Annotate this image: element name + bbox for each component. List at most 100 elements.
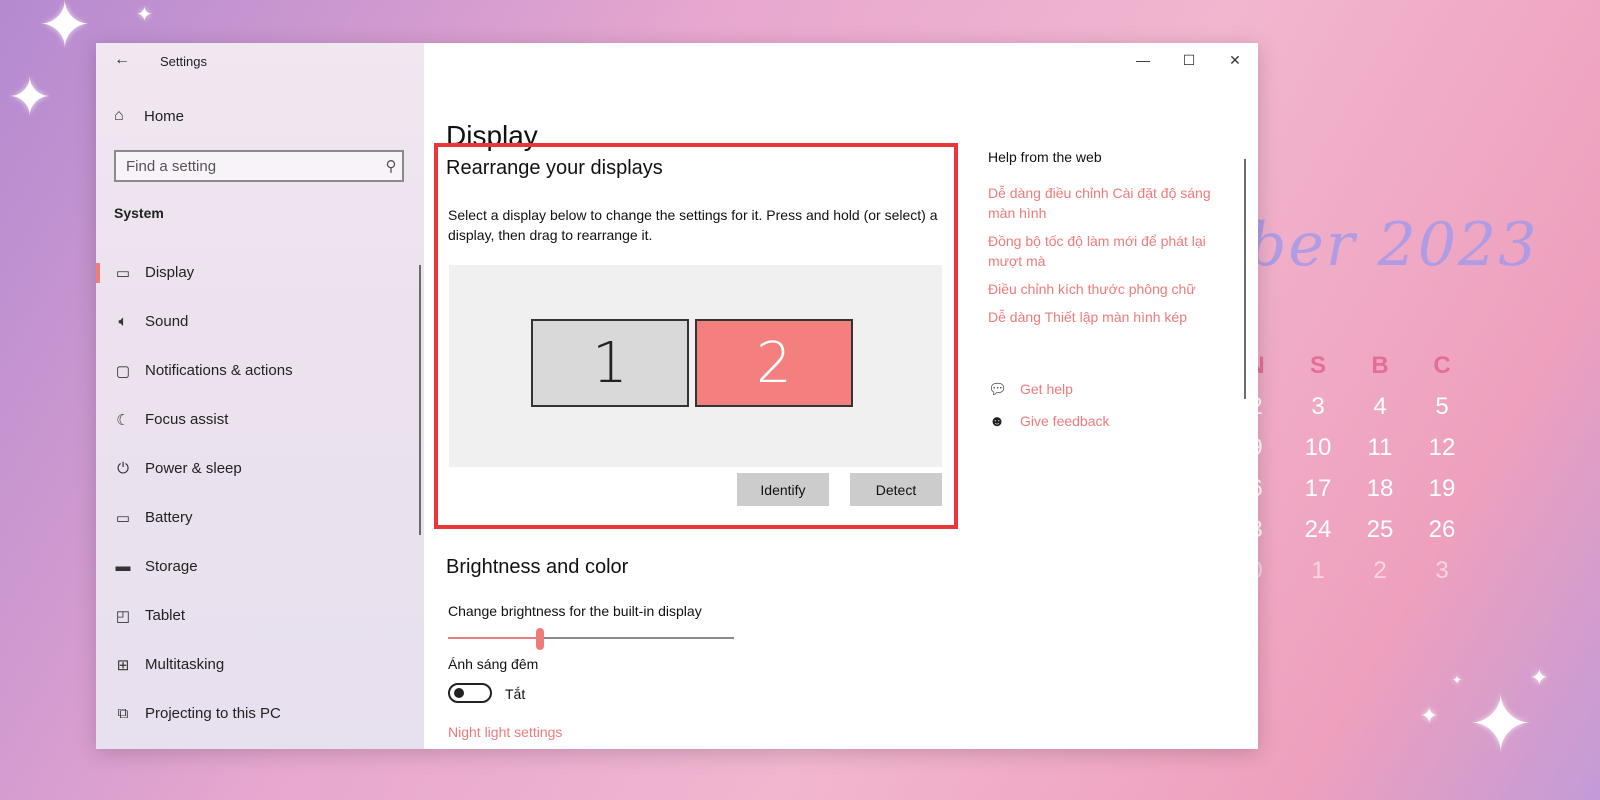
sidebar-item-power-sleep[interactable]: ⏻ Power & sleep xyxy=(96,444,424,493)
brightness-heading: Brightness and color xyxy=(446,556,629,578)
rearrange-displays-section: Rearrange your displays Select a display… xyxy=(434,143,958,529)
title-bar: ← Settings xyxy=(96,43,424,77)
close-icon: ✕ xyxy=(1229,51,1241,68)
help-link[interactable]: Đồng bộ tốc độ làm mới để phát lại mượt … xyxy=(988,231,1223,271)
maximize-button[interactable]: ☐ xyxy=(1166,43,1212,77)
sidebar-item-battery[interactable]: ▭ Battery xyxy=(96,493,424,542)
search-icon[interactable]: ⚲ xyxy=(380,157,402,175)
sidebar-item-notifications[interactable]: ▢ Notifications & actions xyxy=(96,346,424,395)
close-button[interactable]: ✕ xyxy=(1212,43,1258,77)
calendar-day: 2 xyxy=(1373,556,1387,584)
minimize-icon: — xyxy=(1136,52,1150,68)
night-light-settings-link[interactable]: Night light settings xyxy=(448,724,562,740)
give-feedback-link[interactable]: ☻ Give feedback xyxy=(988,405,1110,437)
sidebar-item-label: Sound xyxy=(145,313,189,330)
display-1-tile[interactable]: 1 xyxy=(531,319,689,407)
night-light-toggle[interactable] xyxy=(448,683,492,703)
battery-icon: ▭ xyxy=(115,509,131,527)
back-arrow-icon[interactable]: ← xyxy=(114,51,130,69)
detect-button[interactable]: Detect xyxy=(850,473,942,506)
brightness-label: Change brightness for the built-in displ… xyxy=(448,603,702,619)
sidebar-item-label: Tablet xyxy=(145,607,186,624)
sidebar-item-label: Battery xyxy=(145,509,193,526)
sidebar-scrollbar[interactable] xyxy=(419,265,421,535)
window-controls: — ☐ ✕ xyxy=(1120,43,1258,77)
calendar-week-row: 0 1 2 3 xyxy=(1225,550,1475,591)
feedback-icon: ☻ xyxy=(989,412,1005,430)
sidebar-item-label: Power & sleep xyxy=(145,460,242,477)
calendar-day: 25 xyxy=(1366,515,1394,543)
minimize-button[interactable]: — xyxy=(1120,43,1166,77)
calendar-weekday: C xyxy=(1433,351,1451,379)
chat-help-icon: 💬︎ xyxy=(988,381,1008,398)
calendar-day: 3 xyxy=(1311,392,1325,420)
search-input[interactable] xyxy=(116,157,380,175)
calendar-day: 24 xyxy=(1304,515,1332,543)
sidebar-item-multitasking[interactable]: ⊞ Multitasking xyxy=(96,640,424,689)
settings-window: ← Settings ⌂ Home ⚲ System ▭ Display 🔈︎ … xyxy=(96,43,1258,749)
home-button[interactable]: ⌂ Home xyxy=(114,107,184,125)
sidebar-item-label: Projecting to this PC xyxy=(145,705,281,722)
help-panel: Help from the web Dễ dàng điều chỉnh Cài… xyxy=(988,149,1238,335)
sidebar-item-tablet[interactable]: ◰ Tablet xyxy=(96,591,424,640)
sidebar-item-storage[interactable]: ▬ Storage xyxy=(96,542,424,591)
help-link[interactable]: Dễ dàng Thiết lập màn hình kép xyxy=(988,307,1223,327)
calendar-widget: N S B C 2 3 4 5 9 10 11 12 6 17 18 19 3 … xyxy=(1225,345,1475,591)
calendar-week-row: 3 24 25 26 xyxy=(1225,509,1475,550)
home-icon: ⌂ xyxy=(114,107,124,124)
calendar-weekday: S xyxy=(1309,351,1326,379)
sparkle-icon: ✦ xyxy=(136,2,153,26)
sparkle-icon: ✦ xyxy=(1452,673,1463,687)
sparkle-icon: ✦ xyxy=(38,0,92,63)
moon-icon: ☾ xyxy=(116,411,130,429)
sidebar-item-label: Display xyxy=(145,264,195,281)
sidebar-item-focus-assist[interactable]: ☾ Focus assist xyxy=(96,395,424,444)
maximize-icon: ☐ xyxy=(1182,51,1196,68)
main-scrollbar[interactable] xyxy=(1244,159,1246,399)
storage-icon: ▬ xyxy=(115,558,131,575)
search-box: ⚲ xyxy=(114,150,404,182)
calendar-day: 10 xyxy=(1304,433,1332,461)
multitasking-icon: ⊞ xyxy=(116,656,130,674)
sparkle-icon: ✦ xyxy=(1468,680,1534,770)
power-icon: ⏻ xyxy=(117,460,129,477)
night-light-state: Tắt xyxy=(505,686,526,702)
calendar-day: 19 xyxy=(1428,474,1456,502)
sidebar-item-display[interactable]: ▭ Display xyxy=(96,248,424,297)
display-2-tile[interactable]: 2 xyxy=(695,319,853,407)
help-title: Help from the web xyxy=(988,149,1102,165)
help-link[interactable]: Dễ dàng điều chỉnh Cài đặt độ sáng màn h… xyxy=(988,183,1223,223)
main-content: — ☐ ✕ Display Rearrange your displays Se… xyxy=(424,43,1258,749)
speaker-icon: 🔈︎ xyxy=(118,313,128,330)
calendar-day: 26 xyxy=(1428,515,1456,543)
help-link[interactable]: Điều chỉnh kích thước phông chữ xyxy=(988,279,1223,299)
calendar-week-row: 9 10 11 12 xyxy=(1225,427,1475,468)
sidebar-item-label: Storage xyxy=(145,558,198,575)
brightness-slider[interactable] xyxy=(448,628,734,650)
sidebar-item-sound[interactable]: 🔈︎ Sound xyxy=(96,297,424,346)
sparkle-icon: ✦ xyxy=(1420,704,1439,729)
calendar-day: 1 xyxy=(1311,556,1325,584)
display-arrangement-canvas: 1 2 xyxy=(449,265,942,467)
rearrange-heading: Rearrange your displays xyxy=(446,157,663,179)
slider-thumb[interactable] xyxy=(535,628,544,650)
identify-button[interactable]: Identify xyxy=(737,473,829,506)
calendar-week-row: 2 3 4 5 xyxy=(1225,386,1475,427)
calendar-weekday: B xyxy=(1371,351,1389,379)
get-help-link[interactable]: 💬︎ Get help xyxy=(988,373,1110,405)
home-label: Home xyxy=(144,107,185,125)
calendar-day: 4 xyxy=(1373,392,1387,420)
sidebar-nav: ▭ Display 🔈︎ Sound ▢ Notifications & act… xyxy=(96,248,424,738)
notification-icon: ▢ xyxy=(115,362,131,380)
sparkle-icon: ✦ xyxy=(8,68,52,128)
sparkle-icon: ✦ xyxy=(1530,666,1549,691)
calendar-day: 11 xyxy=(1367,433,1393,461)
sidebar: ← Settings ⌂ Home ⚲ System ▭ Display 🔈︎ … xyxy=(96,43,424,749)
calendar-day: 5 xyxy=(1435,392,1449,420)
calendar-weekday-row: N S B C xyxy=(1225,345,1475,386)
sidebar-item-projecting[interactable]: ⧉ Projecting to this PC xyxy=(96,689,424,738)
sidebar-item-label: Notifications & actions xyxy=(145,362,293,379)
toggle-knob xyxy=(454,688,464,698)
give-feedback-label: Give feedback xyxy=(1020,413,1110,429)
get-help-label: Get help xyxy=(1020,381,1073,397)
